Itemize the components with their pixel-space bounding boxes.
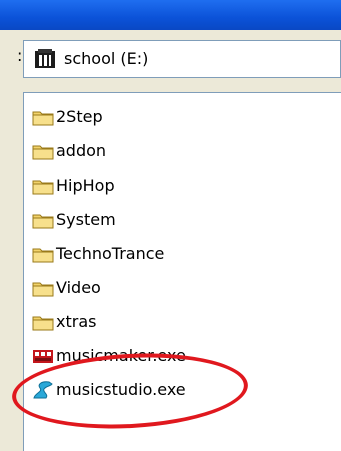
file-label: 2Step: [56, 107, 103, 126]
drive-icon: [34, 49, 56, 69]
list-item-folder[interactable]: System: [32, 208, 116, 232]
musicmaker-app-icon: [33, 350, 53, 363]
folder-icon: [32, 248, 54, 263]
file-label: Video: [56, 278, 101, 297]
list-item-folder[interactable]: addon: [32, 139, 106, 163]
file-label: HipHop: [56, 176, 115, 195]
file-label: xtras: [56, 312, 97, 331]
list-item-folder[interactable]: HipHop: [32, 174, 115, 198]
file-label: System: [56, 210, 116, 229]
drive-label: school (E:): [64, 49, 149, 68]
folder-icon: [32, 282, 54, 297]
list-item-folder[interactable]: Video: [32, 276, 101, 300]
window-titlebar: [0, 0, 341, 30]
drive-select[interactable]: school (E:): [23, 40, 341, 78]
folder-icon: [32, 145, 54, 160]
list-item-folder[interactable]: xtras: [32, 310, 96, 334]
file-label: TechnoTrance: [56, 244, 165, 263]
folder-icon: [32, 111, 54, 126]
folder-icon: [32, 214, 54, 229]
list-item-folder[interactable]: TechnoTrance: [32, 242, 164, 266]
file-label: addon: [56, 141, 107, 160]
folder-icon: [32, 180, 54, 195]
look-in-colon: :: [17, 46, 23, 65]
list-item-folder[interactable]: 2Step: [32, 105, 103, 129]
folder-icon: [32, 316, 54, 331]
